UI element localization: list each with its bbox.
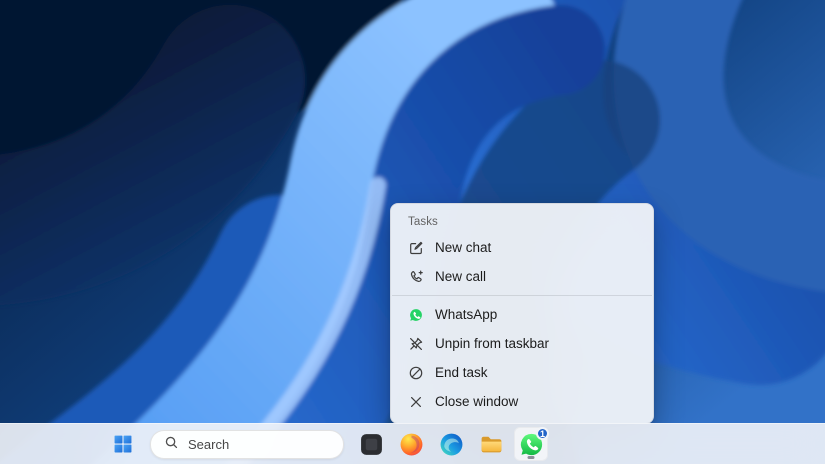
taskbar-icon-file-explorer[interactable]	[474, 427, 508, 461]
taskbar-icon-dark-app[interactable]	[354, 427, 388, 461]
search-icon	[164, 435, 179, 453]
taskbar-icon-edge[interactable]	[434, 427, 468, 461]
menu-item-label: New chat	[435, 240, 491, 255]
taskbar: Search	[0, 423, 825, 464]
whatsapp-notification-badge: 1	[536, 427, 549, 440]
running-app-indicator	[528, 456, 535, 459]
jumplist-section-label: Tasks	[391, 208, 653, 233]
menu-item-unpin-from-taskbar[interactable]: Unpin from taskbar	[391, 329, 653, 358]
menu-item-close-window[interactable]: Close window	[391, 387, 653, 416]
taskbar-icon-whatsapp[interactable]: 1	[514, 427, 548, 461]
taskbar-icon-group: Search	[0, 427, 548, 461]
menu-item-label: Close window	[435, 394, 518, 409]
dark-app-icon	[359, 432, 384, 457]
menu-item-new-call[interactable]: New call	[391, 262, 653, 291]
taskbar-icon-firefox[interactable]	[394, 427, 428, 461]
menu-item-label: New call	[435, 269, 486, 284]
close-icon	[408, 394, 424, 410]
menu-item-label: WhatsApp	[435, 307, 497, 322]
whatsapp-icon	[408, 307, 424, 323]
folder-icon	[479, 432, 504, 457]
firefox-icon	[399, 432, 424, 457]
menu-item-whatsapp[interactable]: WhatsApp	[391, 300, 653, 329]
end-task-icon	[408, 365, 424, 381]
compose-icon	[408, 240, 424, 256]
unpin-icon	[408, 336, 424, 352]
menu-item-label: End task	[435, 365, 488, 380]
edge-icon	[439, 432, 464, 457]
search-label: Search	[188, 437, 229, 452]
desktop: Tasks New chat New call	[0, 0, 825, 464]
menu-item-label: Unpin from taskbar	[435, 336, 549, 351]
menu-item-new-chat[interactable]: New chat	[391, 233, 653, 262]
windows-start-icon	[114, 435, 132, 453]
call-add-icon	[408, 269, 424, 285]
taskbar-jumplist-menu: Tasks New chat New call	[390, 203, 654, 424]
menu-separator	[392, 295, 652, 296]
start-button[interactable]	[106, 427, 140, 461]
menu-item-end-task[interactable]: End task	[391, 358, 653, 387]
taskbar-search[interactable]: Search	[150, 430, 344, 459]
